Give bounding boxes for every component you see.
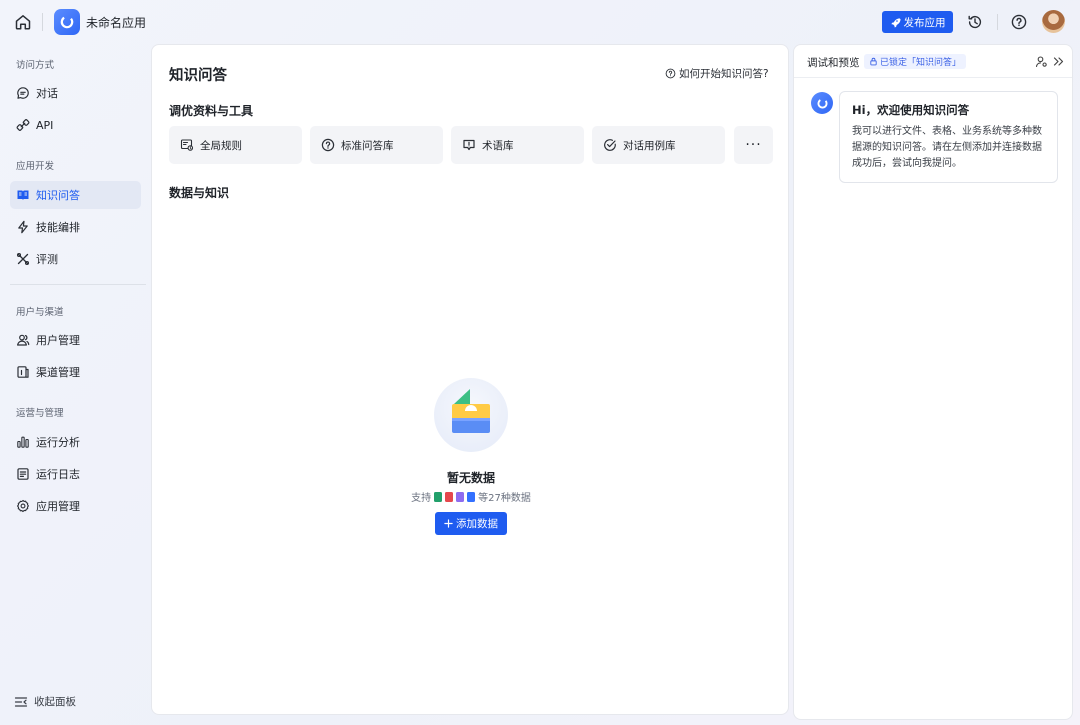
sidebar-item-api[interactable]: API: [10, 111, 141, 139]
collapse-icon: [14, 696, 28, 707]
publish-button[interactable]: 发布应用: [882, 11, 953, 33]
how-to-start-label: 如何开始知识问答?: [679, 68, 769, 80]
section-title-users-channels: 用户与渠道: [16, 307, 64, 318]
lock-badge-label: 已锁定「知识问答」: [880, 58, 962, 68]
bar-chart-icon: [17, 436, 29, 448]
divider: [10, 284, 146, 285]
pdf-file-icon: [445, 491, 454, 502]
empty-state-illustration: [434, 378, 508, 452]
more-tools-button[interactable]: ···: [734, 126, 773, 164]
avatar[interactable]: [1042, 10, 1065, 33]
sidebar-item-label: 应用管理: [36, 500, 80, 513]
publish-label: 发布应用: [903, 16, 946, 29]
divider: [42, 13, 43, 31]
add-data-button[interactable]: 添加数据: [435, 512, 507, 535]
tool-glossary[interactable]: 术语库: [451, 126, 584, 164]
section-title-access: 访问方式: [16, 60, 55, 71]
divider: [997, 14, 998, 30]
sidebar: 访问方式 对话 API 应用开发 知识问答 技能编排 评测 用户与渠道 用户管理…: [0, 44, 150, 725]
bot-logo-icon: [816, 97, 828, 109]
glossary-icon: [463, 139, 475, 151]
sidebar-item-user-management[interactable]: 用户管理: [10, 326, 141, 354]
sidebar-item-label: 运行分析: [36, 436, 80, 449]
gear-icon: [17, 499, 29, 513]
sidebar-item-knowledge-qa[interactable]: 知识问答: [10, 181, 141, 209]
sidebar-item-label: 技能编排: [36, 221, 80, 234]
lock-badge: 已锁定「知识问答」: [864, 54, 967, 69]
support-prefix: 支持: [411, 493, 432, 504]
debug-preview-panel: 调试和预览 已锁定「知识问答」 Hi，欢迎使用知识问答 我可以进行文件、表格、业…: [793, 44, 1073, 720]
sidebar-item-skills[interactable]: 技能编排: [10, 213, 141, 241]
tool-label: 术语库: [482, 139, 514, 152]
excel-file-icon: [434, 491, 443, 502]
user-settings-icon[interactable]: [1035, 55, 1048, 68]
empty-state-title: 暂无数据: [446, 471, 495, 485]
question-icon: [321, 138, 335, 152]
preview-title: 调试和预览: [807, 57, 860, 69]
sidebar-item-label: 渠道管理: [36, 366, 80, 379]
sidebar-item-logs[interactable]: 运行日志: [10, 460, 141, 488]
tool-dialog-cases[interactable]: 对话用例库: [592, 126, 725, 164]
help-circle-icon: [665, 68, 676, 79]
channel-icon: [17, 366, 29, 378]
expand-icon[interactable]: [1052, 55, 1065, 68]
sidebar-item-label: 运行日志: [36, 468, 80, 481]
top-bar: 未命名应用 发布应用: [0, 0, 1080, 44]
rocket-icon: [890, 17, 901, 28]
sidebar-item-chat[interactable]: 对话: [10, 79, 141, 107]
tool-global-rules[interactable]: 全局规则: [169, 126, 302, 164]
collapse-panel-button[interactable]: 收起面板: [14, 694, 76, 709]
page-title: 知识问答: [169, 68, 227, 84]
tool-label: 对话用例库: [623, 139, 676, 152]
image-file-icon: [456, 491, 465, 502]
book-icon: [17, 190, 29, 201]
more-icon: ···: [745, 137, 762, 153]
evaluate-icon: [16, 252, 30, 266]
supported-types-text: 支持 等27种数据: [152, 489, 790, 504]
add-data-label: 添加数据: [456, 518, 498, 530]
welcome-title: Hi，欢迎使用知识问答: [852, 103, 970, 117]
app-name[interactable]: 未命名应用: [86, 14, 146, 31]
section-title-develop: 应用开发: [16, 161, 55, 172]
sidebar-item-label: 对话: [36, 87, 58, 100]
sidebar-item-label: 用户管理: [36, 334, 80, 347]
log-icon: [17, 468, 29, 480]
welcome-message: Hi，欢迎使用知识问答 我可以进行文件、表格、业务系统等多种数据源的知识问答。请…: [839, 91, 1058, 183]
check-circle-icon: [604, 139, 616, 151]
chat-icon: [17, 87, 29, 99]
sidebar-item-app-management[interactable]: 应用管理: [10, 492, 141, 520]
bot-avatar: [811, 92, 833, 114]
lock-icon: [870, 57, 877, 66]
sidebar-item-evaluate[interactable]: 评测: [10, 245, 141, 273]
help-icon[interactable]: [1010, 13, 1028, 31]
tool-standard-qa-library[interactable]: 标准问答库: [310, 126, 443, 164]
collapse-label: 收起面板: [34, 696, 76, 708]
sidebar-item-analytics[interactable]: 运行分析: [10, 428, 141, 456]
bolt-icon: [18, 220, 28, 234]
users-icon: [17, 334, 30, 346]
sidebar-item-label: 评测: [36, 253, 58, 266]
word-file-icon: [467, 491, 476, 502]
tool-label: 标准问答库: [341, 139, 394, 152]
sidebar-item-label: API: [36, 118, 54, 132]
api-icon: [16, 119, 30, 131]
app-logo-icon: [54, 9, 80, 35]
history-icon[interactable]: [966, 13, 984, 31]
section-title-operations: 运营与管理: [16, 408, 64, 419]
how-to-start-link[interactable]: 如何开始知识问答?: [665, 66, 769, 81]
knowledge-qa-panel: 知识问答 如何开始知识问答? 调优资料与工具 全局规则 标准问答库 术语库 对话…: [151, 44, 789, 715]
preview-header: 调试和预览 已锁定「知识问答」: [794, 45, 1072, 78]
plus-icon: [444, 519, 453, 528]
sidebar-item-channel-management[interactable]: 渠道管理: [10, 358, 141, 386]
home-icon[interactable]: [13, 12, 33, 32]
data-heading: 数据与知识: [169, 186, 230, 200]
welcome-body: 我可以进行文件、表格、业务系统等多种数据源的知识问答。请在左侧添加并连接数据成功…: [852, 126, 1042, 169]
tools-heading: 调优资料与工具: [169, 104, 254, 118]
rules-icon: [180, 139, 194, 151]
support-suffix: 等27种数据: [478, 493, 531, 504]
sidebar-item-label: 知识问答: [36, 189, 80, 202]
tool-label: 全局规则: [200, 139, 242, 152]
